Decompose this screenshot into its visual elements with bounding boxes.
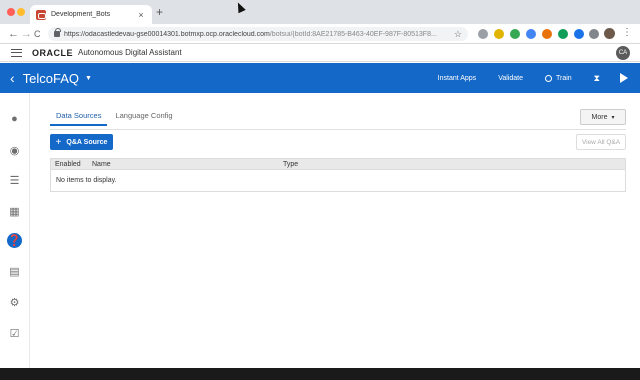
extension-icon[interactable] [526, 29, 536, 39]
train-label: Train [555, 74, 572, 82]
lock-icon [54, 28, 61, 37]
entities-icon[interactable]: ◉ [7, 143, 22, 158]
tab-divider [50, 129, 626, 130]
browser-tab[interactable]: Development_Bots × [30, 5, 152, 24]
extension-icon[interactable] [589, 29, 599, 39]
empty-table-message: No items to display. [56, 177, 117, 184]
table-header: Enabled Name Type [51, 159, 625, 170]
bot-name: TelcoFAQ [22, 70, 80, 86]
left-nav-rail: ● ◉ ☰ ▦ ❓ ▤ ⚙ ☑ [0, 93, 30, 368]
chevron-down-icon: ▾ [611, 114, 615, 121]
view-all-qa-button[interactable]: View All Q&A [576, 134, 626, 150]
tab-data-sources[interactable]: Data Sources [50, 111, 108, 126]
profile-avatar[interactable] [604, 28, 615, 39]
user-avatar[interactable]: CA [616, 46, 630, 60]
qa-source-label: Q&A Source [66, 138, 108, 146]
bot-selector-caret-icon[interactable]: ▼ [85, 75, 92, 82]
extension-icon[interactable] [558, 29, 568, 39]
flows-icon[interactable]: ☰ [7, 173, 22, 188]
data-sources-table: Enabled Name Type No items to display. [50, 158, 626, 192]
oracle-favicon-icon [36, 9, 46, 20]
back-chevron-icon[interactable]: ‹ [10, 71, 15, 85]
address-bar-row: ← → C https://odacastledevau-gse00014301… [0, 24, 640, 44]
play-test-icon[interactable] [620, 73, 628, 83]
app-header: ORACLE Autonomous Digital Assistant CA [0, 44, 640, 62]
close-window-button[interactable] [7, 8, 15, 16]
tools-icon[interactable]: ⧗ [594, 73, 600, 84]
forward-arrow-icon[interactable]: → [21, 27, 32, 41]
tab-language-config[interactable]: Language Config [109, 111, 178, 126]
browser-menu-icon[interactable]: ⋮ [622, 27, 632, 38]
oracle-logo: ORACLE [32, 47, 73, 58]
add-qa-source-button[interactable]: + Q&A Source [50, 134, 113, 150]
components-icon[interactable]: ▦ [7, 204, 22, 219]
extension-icon[interactable] [542, 29, 552, 39]
bookmark-star-icon[interactable]: ☆ [454, 29, 462, 40]
minimize-window-button[interactable] [17, 8, 25, 16]
intents-icon[interactable]: ● [7, 111, 22, 126]
extension-icon[interactable] [574, 29, 584, 39]
extension-icon[interactable] [494, 29, 504, 39]
plus-icon: + [55, 136, 62, 148]
tab-close-icon[interactable]: × [136, 10, 146, 20]
column-header-name[interactable]: Name [92, 161, 111, 168]
column-header-type[interactable]: Type [283, 161, 298, 168]
extension-icon[interactable] [510, 29, 520, 39]
more-label: More [591, 113, 608, 121]
url-text: https://odacastledevau-gse00014301.botmx… [64, 30, 437, 38]
tab-title: Development_Bots [51, 11, 111, 18]
page-tabs: Data Sources Language Config [50, 111, 181, 126]
url-input[interactable]: https://odacastledevau-gse00014301.botmx… [48, 27, 468, 41]
instant-apps-button[interactable]: Instant Apps [438, 75, 477, 82]
train-button[interactable]: Train [544, 74, 572, 82]
tab-strip: Development_Bots × + [0, 0, 640, 24]
mouse-cursor-icon [234, 0, 246, 14]
column-header-enabled[interactable]: Enabled [55, 161, 81, 168]
hamburger-menu-icon[interactable] [11, 48, 22, 57]
train-icon [544, 74, 552, 82]
extension-icon[interactable] [478, 29, 488, 39]
resource-bundles-icon[interactable]: ▤ [7, 264, 22, 279]
browser-window: Development_Bots × + ← → C https://odaca… [0, 0, 640, 368]
qna-icon[interactable]: ❓ [7, 233, 22, 248]
product-name: Autonomous Digital Assistant [78, 48, 182, 57]
more-dropdown-button[interactable]: More ▾ [580, 109, 626, 125]
new-tab-button[interactable]: + [156, 6, 163, 18]
reload-icon[interactable]: C [34, 27, 41, 41]
insights-icon[interactable]: ☑ [7, 326, 22, 341]
validate-button[interactable]: Validate [498, 75, 523, 82]
bot-bar: ‹ TelcoFAQ ▼ Instant Apps Validate Train… [0, 63, 640, 93]
main-content: Data Sources Language Config More ▾ + Q&… [30, 93, 640, 368]
back-arrow-icon[interactable]: ← [8, 27, 19, 41]
settings-gear-icon[interactable]: ⚙ [7, 295, 22, 310]
